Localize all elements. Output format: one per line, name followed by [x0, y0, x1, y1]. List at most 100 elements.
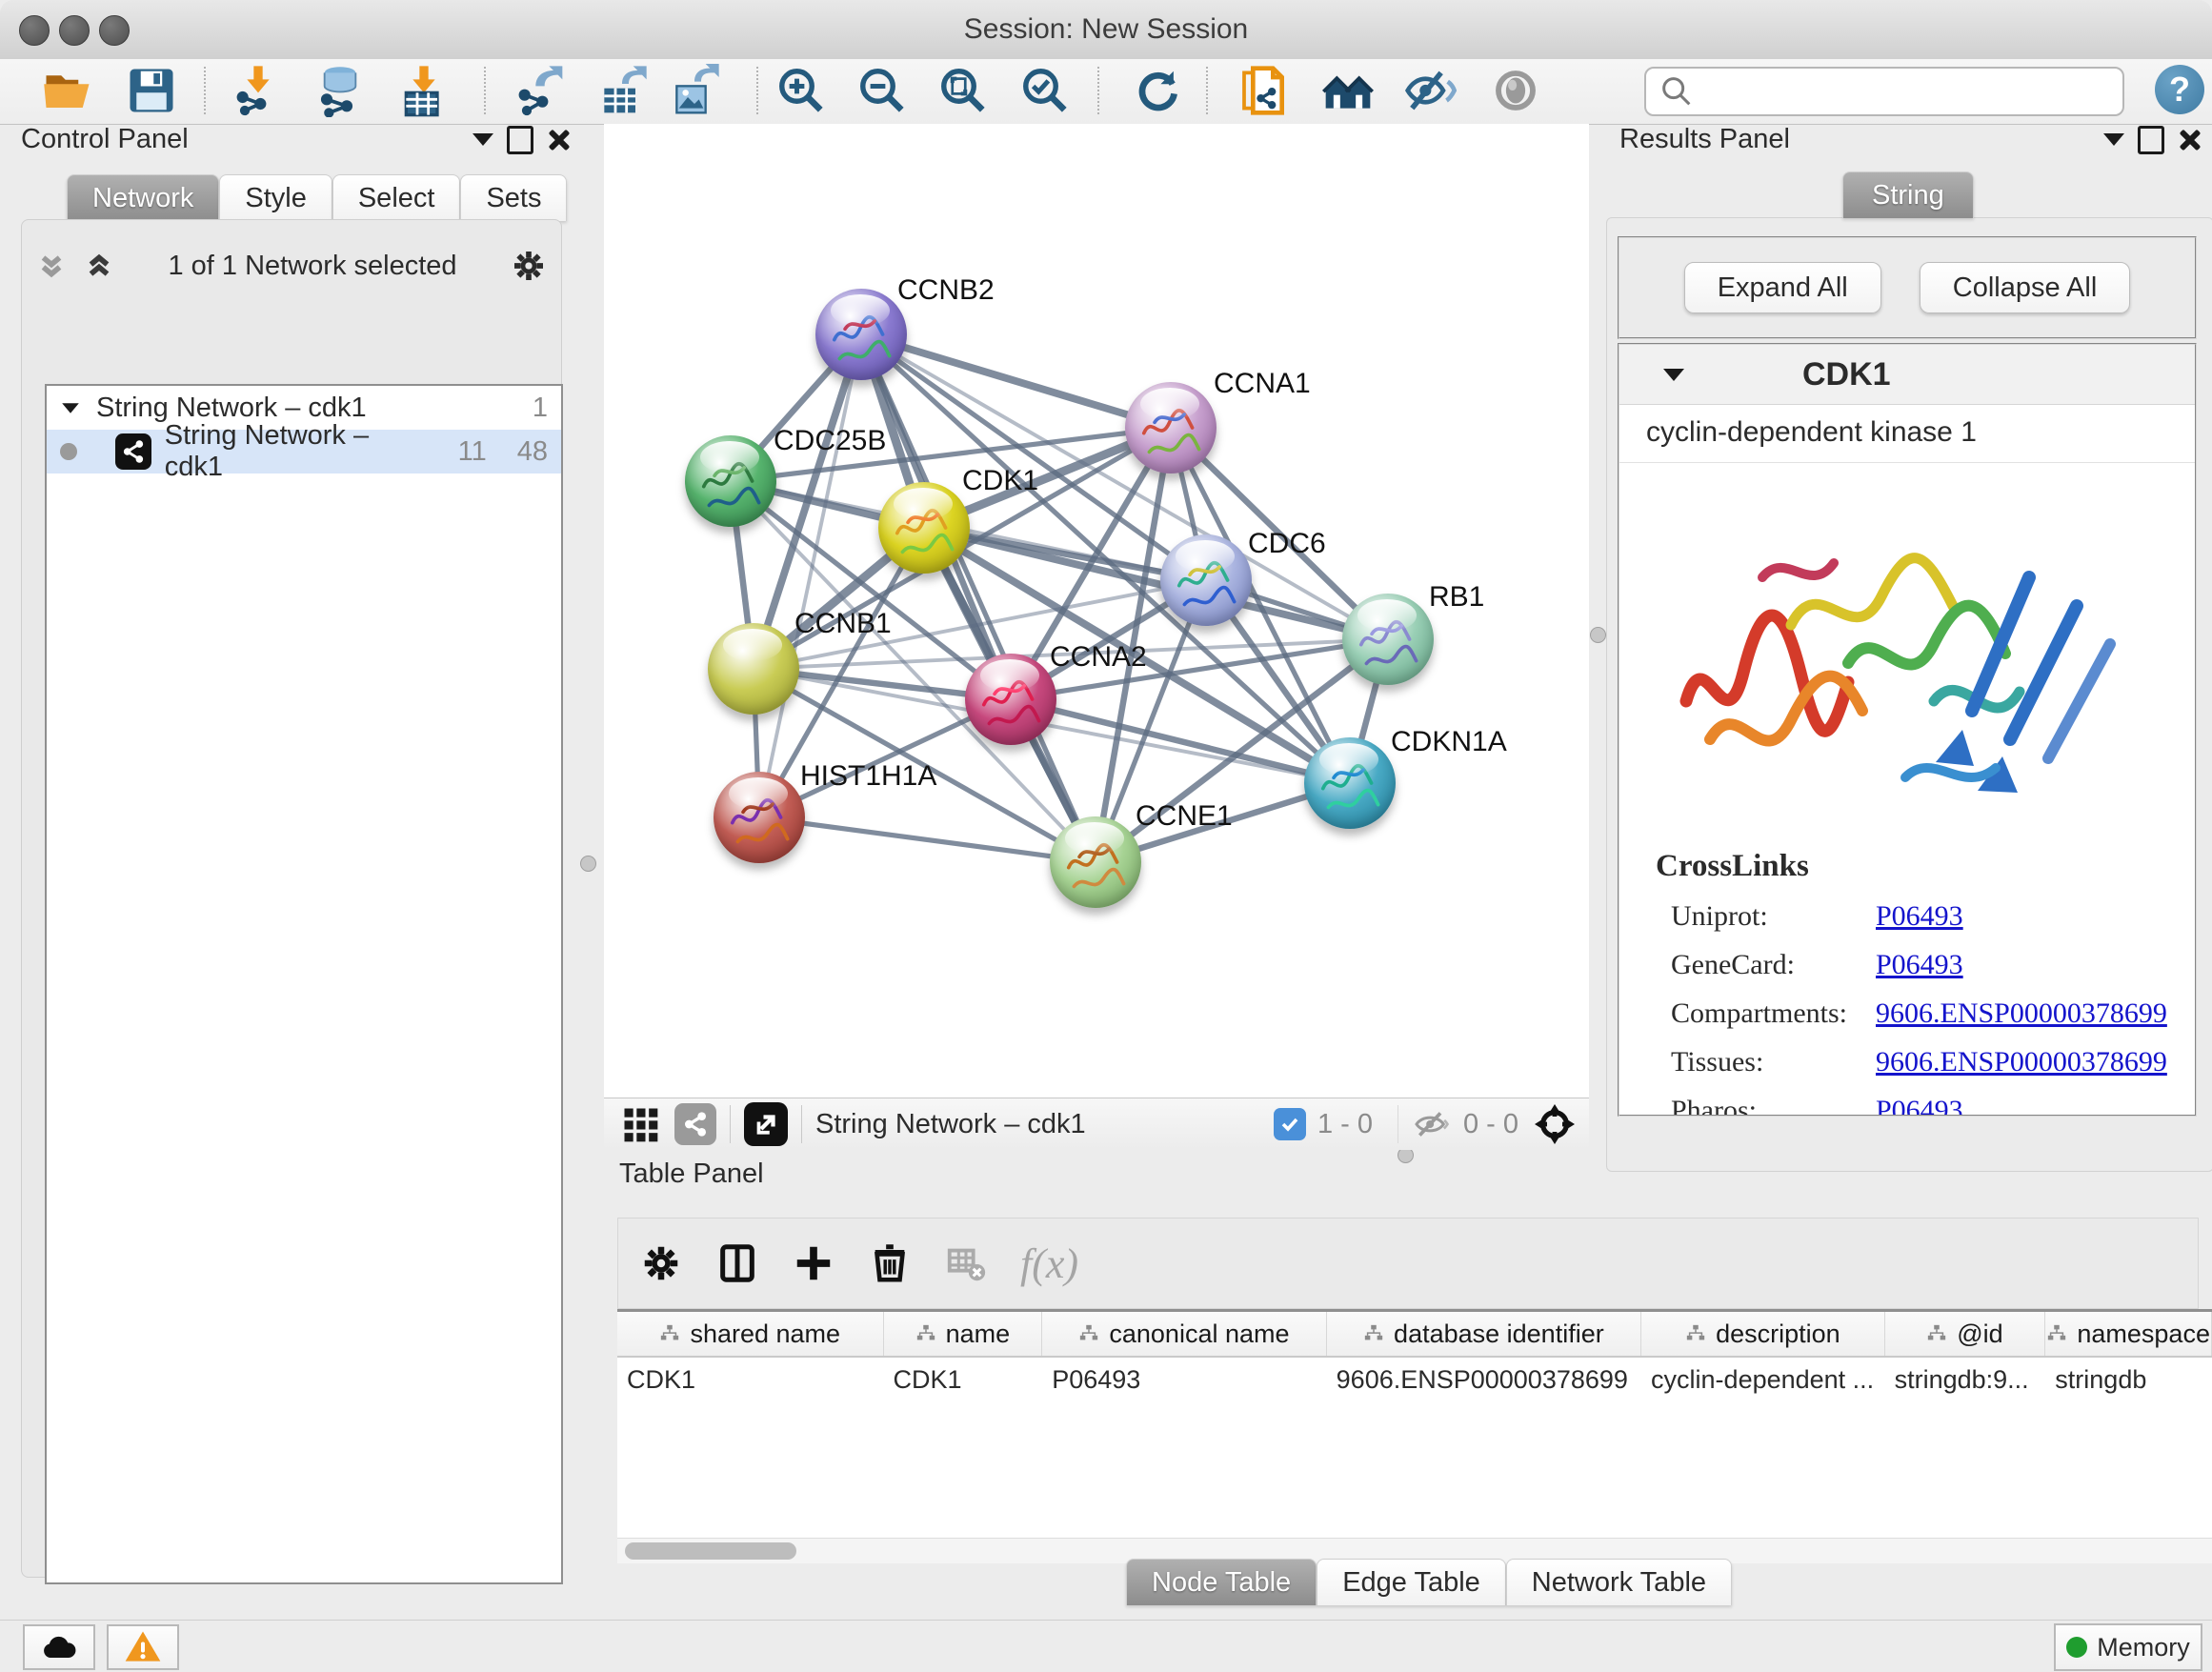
column-header-name[interactable]: name	[884, 1312, 1043, 1356]
collapse-all-icon[interactable]	[35, 250, 68, 282]
function-builder-icon[interactable]: f(x)	[1020, 1239, 1078, 1288]
right-splitter-handle[interactable]	[1590, 627, 1606, 643]
zoom-in-button[interactable]	[774, 63, 829, 118]
export-network-button[interactable]	[513, 63, 568, 118]
hidden-eye-slash-icon[interactable]	[1412, 1105, 1450, 1143]
crosslink-label: Pharos:	[1671, 1095, 1876, 1117]
crosslink-link[interactable]: 9606.ENSP00000378699	[1876, 997, 2167, 1030]
column-header-shared-name[interactable]: shared name	[617, 1312, 884, 1356]
table-settings-gear-icon[interactable]	[639, 1241, 683, 1285]
add-column-icon[interactable]	[792, 1241, 835, 1285]
results-panel-close-button[interactable]	[2178, 129, 2201, 151]
birds-eye-grid-icon[interactable]	[619, 1103, 661, 1145]
table-row[interactable]: CDK1CDK1P064939606.ENSP00000378699cyclin…	[617, 1358, 2212, 1395]
node-CDC6[interactable]	[1160, 534, 1252, 626]
node-CCNE1[interactable]	[1050, 816, 1141, 908]
update-network-button[interactable]	[1130, 63, 1185, 118]
node-HIST1H1A[interactable]	[714, 772, 805, 863]
network-options-gear-icon[interactable]	[510, 247, 548, 285]
table-cell[interactable]: CDK1	[617, 1358, 884, 1395]
gene-expand-arrow[interactable]	[1663, 369, 1684, 381]
manage-columns-icon[interactable]	[715, 1241, 759, 1285]
string-share-icon[interactable]	[674, 1103, 716, 1145]
node-CDKN1A[interactable]	[1304, 737, 1396, 829]
crosslink-link[interactable]: 9606.ENSP00000378699	[1876, 1046, 2167, 1078]
table-hscrollbar-thumb[interactable]	[625, 1542, 796, 1560]
results-panel-menu-arrow[interactable]	[2103, 133, 2124, 146]
table-cell[interactable]: 9606.ENSP00000378699	[1327, 1358, 1641, 1395]
node-CDK1[interactable]	[878, 482, 970, 574]
column-header-description[interactable]: description	[1641, 1312, 1885, 1356]
zoom-out-button[interactable]	[855, 63, 910, 118]
column-header-database-identifier[interactable]: database identifier	[1327, 1312, 1641, 1356]
warnings-button[interactable]	[107, 1624, 179, 1670]
zoom-fit-button[interactable]	[935, 63, 991, 118]
help-button[interactable]: ?	[2155, 65, 2204, 114]
expand-all-button[interactable]: Expand All	[1684, 262, 1881, 313]
save-session-button[interactable]	[124, 63, 179, 118]
table-cell[interactable]: stringdb:9...	[1885, 1358, 2046, 1395]
import-table-file-button[interactable]	[396, 63, 452, 118]
table-cell[interactable]: stringdb	[2045, 1358, 2212, 1395]
column-header-canonical-name[interactable]: canonical name	[1042, 1312, 1326, 1356]
results-panel-float-button[interactable]	[2138, 126, 2164, 154]
table-tab-edge-table[interactable]: Edge Table	[1317, 1559, 1506, 1605]
collection-expand-arrow[interactable]	[62, 403, 79, 413]
crosslink-link[interactable]: P06493	[1876, 949, 1963, 981]
tab-string[interactable]: String	[1842, 171, 1974, 218]
fit-selected-crosshair-icon[interactable]	[1532, 1101, 1578, 1147]
export-table-button[interactable]	[594, 63, 650, 118]
search-input[interactable]	[1703, 71, 2122, 111]
node-CCNA2[interactable]	[965, 654, 1056, 745]
network-canvas[interactable]: CCNB2CCNA1CDC25BCDK1CDC6RB1CCNB1CCNA2CDK…	[604, 124, 1589, 1098]
node-label-CDC25B: CDC25B	[774, 425, 886, 457]
table-tab-node-table[interactable]: Node Table	[1126, 1559, 1317, 1605]
node-CCNB1[interactable]	[708, 623, 799, 715]
hide-panels-button[interactable]	[1402, 63, 1458, 118]
control-tab-sets[interactable]: Sets	[460, 174, 567, 221]
crosslinks-section: CrossLinks Uniprot:P06493GeneCard:P06493…	[1619, 849, 2195, 1117]
control-panel-close-button[interactable]	[547, 129, 570, 151]
crosslink-link[interactable]: P06493	[1876, 1095, 1963, 1117]
column-header-namespace[interactable]: namespace	[2045, 1312, 2212, 1356]
network-row-selected[interactable]: String Network – cdk1 11 48	[47, 430, 561, 473]
left-splitter-handle[interactable]	[580, 856, 596, 872]
node-CCNB2[interactable]	[815, 289, 907, 380]
crosslink-link[interactable]: P06493	[1876, 900, 1963, 933]
column-type-icon	[1363, 1323, 1384, 1344]
import-network-database-button[interactable]	[312, 63, 368, 118]
table-cell[interactable]: cyclin-dependent ...	[1641, 1358, 1885, 1395]
node-RB1[interactable]	[1342, 594, 1434, 685]
edge-CCNB2-HIST1H1A[interactable]	[759, 334, 861, 817]
table-tab-network-table[interactable]: Network Table	[1506, 1559, 1732, 1605]
node-CDC25B[interactable]	[685, 435, 776, 527]
share-document-button[interactable]	[1237, 63, 1292, 118]
table-cell[interactable]: P06493	[1042, 1358, 1326, 1395]
network-edge-count: 48	[517, 436, 548, 468]
export-image-button[interactable]	[667, 63, 722, 118]
open-session-button[interactable]	[40, 63, 95, 118]
control-tab-network[interactable]: Network	[67, 174, 219, 221]
cloud-status-button[interactable]	[23, 1624, 95, 1670]
control-panel-menu-arrow[interactable]	[473, 133, 493, 146]
node-CCNA1[interactable]	[1125, 382, 1217, 473]
selected-checkbox-icon[interactable]	[1274, 1108, 1306, 1140]
preview-eye-button[interactable]	[1488, 63, 1543, 118]
delete-column-icon[interactable]	[868, 1241, 912, 1285]
zoom-selected-button[interactable]	[1017, 63, 1073, 118]
collapse-all-button[interactable]: Collapse All	[1920, 262, 2131, 313]
edge-HIST1H1A-CCNE1[interactable]	[759, 817, 1096, 862]
expand-all-icon[interactable]	[83, 250, 115, 282]
table-cell[interactable]: CDK1	[884, 1358, 1043, 1395]
control-tab-style[interactable]: Style	[219, 174, 332, 221]
network-view-title: String Network – cdk1	[815, 1109, 1086, 1140]
import-network-file-button[interactable]	[231, 63, 286, 118]
control-panel-float-button[interactable]	[507, 126, 533, 154]
delete-table-icon[interactable]	[944, 1241, 988, 1285]
memory-button[interactable]: Memory	[2054, 1623, 2202, 1671]
column-header--id[interactable]: @id	[1885, 1312, 2046, 1356]
gene-header-row[interactable]: CDK1	[1619, 345, 2195, 405]
string-home-button[interactable]	[1320, 63, 1376, 118]
open-in-window-icon[interactable]	[744, 1102, 788, 1146]
control-tab-select[interactable]: Select	[332, 174, 461, 221]
